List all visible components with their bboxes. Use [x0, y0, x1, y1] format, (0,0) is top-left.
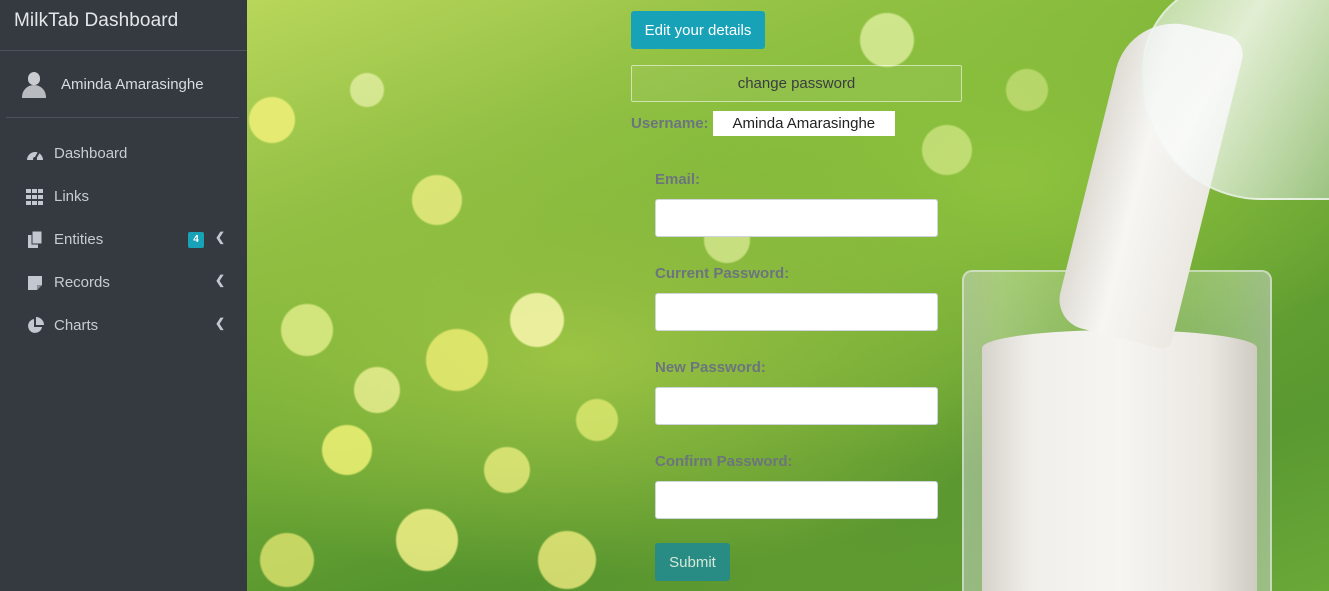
chevron-left-icon[interactable]: ❮ [215, 316, 225, 330]
entities-count-badge: 4 [188, 232, 204, 248]
sidebar-item-dashboard[interactable]: Dashboard [0, 132, 247, 175]
chevron-left-icon[interactable]: ❮ [215, 273, 225, 287]
edit-details-button[interactable]: Edit your details [631, 11, 765, 49]
current-password-label: Current Password: [655, 265, 790, 282]
user-panel[interactable]: Aminda Amarasinghe [6, 51, 239, 118]
note-icon [25, 274, 45, 292]
confirm-password-label: Confirm Password: [655, 453, 793, 470]
sidebar-item-label: Links [54, 188, 90, 205]
sidebar-item-records[interactable]: Records ❮ [0, 261, 247, 304]
avatar [20, 70, 48, 98]
new-password-field[interactable] [655, 387, 938, 425]
user-name[interactable]: Aminda Amarasinghe [61, 76, 204, 93]
username-row: Username: Aminda Amarasinghe [631, 111, 895, 136]
sidebar-item-links[interactable]: Links [0, 175, 247, 218]
sidebar-item-label: Charts [54, 317, 99, 334]
username-label: Username: [631, 115, 709, 132]
chevron-left-icon[interactable]: ❮ [215, 230, 225, 244]
brand-title[interactable]: MilkTab Dashboard [0, 0, 247, 51]
sidebar-nav: Dashboard Links Entities 4 ❮ Records ❮ C… [0, 132, 247, 347]
new-password-label: New Password: [655, 359, 766, 376]
sidebar: MilkTab Dashboard Aminda Amarasinghe Das… [0, 0, 247, 591]
confirm-password-field[interactable] [655, 481, 938, 519]
milk [982, 330, 1257, 591]
change-password-heading[interactable]: change password [631, 65, 962, 102]
sidebar-item-label: Entities [54, 231, 104, 248]
current-password-field[interactable] [655, 293, 938, 331]
email-label: Email: [655, 171, 701, 188]
username-value: Aminda Amarasinghe [712, 111, 895, 136]
email-field[interactable] [655, 199, 938, 237]
sidebar-item-charts[interactable]: Charts ❮ [0, 304, 247, 347]
sidebar-item-label: Records [54, 274, 110, 291]
sidebar-item-label: Dashboard [54, 145, 128, 162]
sidebar-item-entities[interactable]: Entities 4 ❮ [0, 218, 247, 261]
submit-button[interactable]: Submit [655, 543, 730, 581]
copy-icon [25, 230, 45, 249]
pie-chart-icon [25, 316, 45, 335]
dashboard-icon [25, 145, 45, 163]
grid-icon [25, 188, 45, 206]
